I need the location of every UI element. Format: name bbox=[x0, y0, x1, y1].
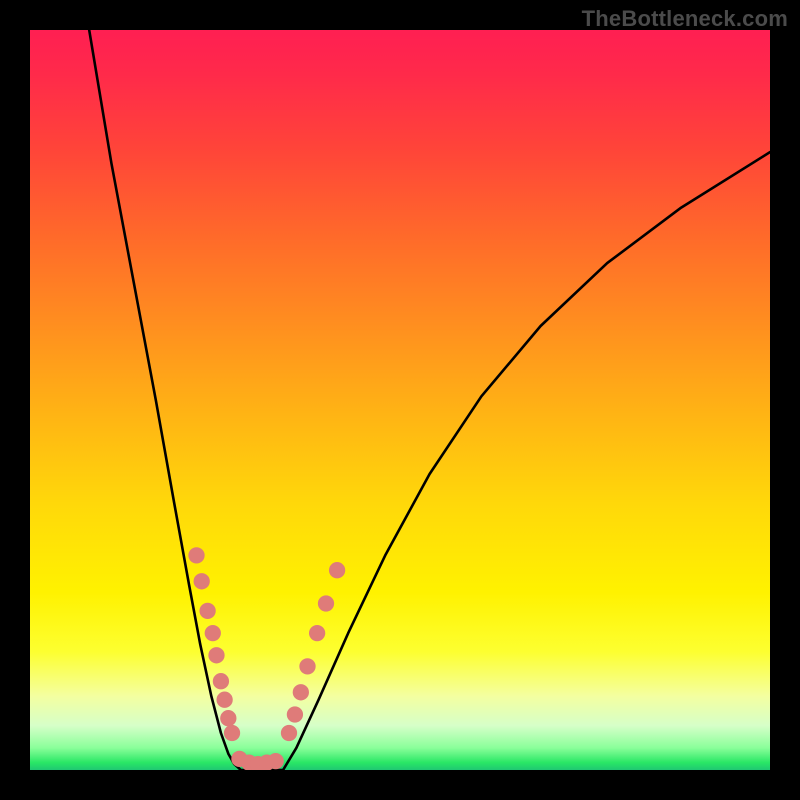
chart-frame: TheBottleneck.com bbox=[0, 0, 800, 800]
marker-dot bbox=[309, 625, 325, 641]
marker-dot bbox=[268, 753, 284, 769]
watermark-text: TheBottleneck.com bbox=[582, 6, 788, 32]
curve-layer bbox=[30, 30, 770, 770]
marker-dot bbox=[208, 647, 224, 663]
marker-dot bbox=[205, 625, 221, 641]
marker-dot bbox=[213, 673, 229, 689]
marker-dot bbox=[281, 725, 297, 741]
v-curve-path bbox=[89, 30, 770, 770]
marker-dot bbox=[216, 692, 232, 708]
marker-dot bbox=[299, 658, 315, 674]
marker-dot bbox=[188, 547, 204, 563]
marker-dot bbox=[329, 562, 345, 578]
marker-dot bbox=[318, 595, 334, 611]
bottleneck-curve bbox=[89, 30, 770, 770]
marker-dot bbox=[293, 684, 309, 700]
marker-dot bbox=[194, 573, 210, 589]
marker-dot bbox=[220, 710, 236, 726]
marker-dots bbox=[188, 547, 345, 770]
marker-dot bbox=[224, 725, 240, 741]
marker-dot bbox=[199, 603, 215, 619]
marker-dot bbox=[287, 706, 303, 722]
plot-area bbox=[30, 30, 770, 770]
